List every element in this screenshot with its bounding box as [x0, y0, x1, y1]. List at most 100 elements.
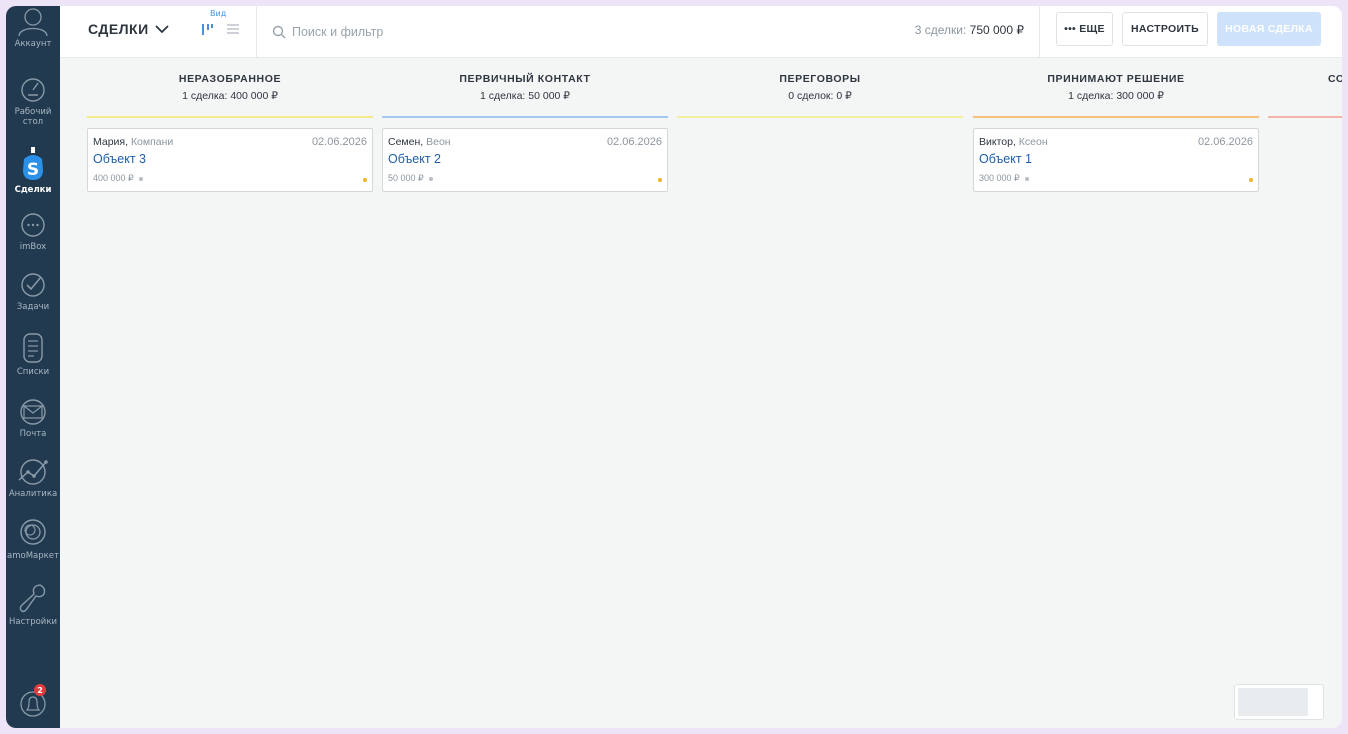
sidebar-item-analytics[interactable]: Аналитика	[6, 456, 60, 499]
sidebar-item-lists[interactable]: Списки	[6, 332, 60, 377]
account-icon	[18, 8, 48, 36]
settings-icon	[19, 584, 46, 613]
task-status-dot[interactable]	[1249, 178, 1253, 182]
task-status-dot[interactable]	[363, 178, 367, 182]
page-title: СДЕЛКИ	[88, 21, 149, 37]
company-name: Веон	[426, 136, 451, 148]
column-first-contact: ПЕРВИЧНЫЙ КОНТАКТ 1 сделка: 50 000 ₽ Сем…	[382, 58, 668, 192]
column-header: ПЕРВИЧНЫЙ КОНТАКТ 1 сделка: 50 000 ₽	[382, 58, 668, 118]
column-title: ПРИНИМАЮТ РЕШЕНИЕ	[1047, 73, 1185, 85]
divider	[1039, 6, 1040, 58]
column-title: НЕРАЗОБРАННОЕ	[178, 73, 282, 85]
card-date: 02.06.2026	[606, 136, 662, 148]
setup-button[interactable]: НАСТРОИТЬ	[1122, 12, 1208, 46]
notification-badge: 2	[34, 684, 46, 696]
contact-name: Мария,	[93, 136, 129, 148]
sidebar-item-label: Настройки	[8, 617, 57, 627]
column-negotiations: ПЕРЕГОВОРЫ 0 сделок: 0 ₽	[677, 58, 963, 118]
column-header: СО	[1268, 58, 1342, 118]
summary-count: 3 сделки:	[914, 23, 967, 37]
task-status-dot[interactable]	[658, 178, 662, 182]
column-header: НЕРАЗОБРАННОЕ 1 сделка: 400 000 ₽	[87, 58, 373, 118]
deal-card[interactable]: Виктор, Ксеон 02.06.2026 Объект 1 300 00…	[973, 128, 1259, 192]
sidebar-item-tasks[interactable]: Задачи	[6, 271, 60, 312]
search-bar[interactable]	[272, 22, 832, 42]
column-color-line	[973, 116, 1259, 118]
column-unsorted: НЕРАЗОБРАННОЕ 1 сделка: 400 000 ₽ Мария,…	[87, 58, 373, 192]
dot-icon	[1024, 176, 1029, 181]
list-view-icon[interactable]	[226, 22, 240, 36]
deal-card[interactable]: Мария, Компани 02.06.2026 Объект 3 400 0…	[87, 128, 373, 192]
price-value: 400 000 ₽	[93, 173, 134, 183]
column-title: ПЕРВИЧНЫЙ КОНТАКТ	[459, 73, 591, 85]
sidebar-item-label: Аналитика	[8, 489, 58, 499]
chevron-down-icon	[155, 25, 169, 34]
more-button[interactable]: ••• ЕЩЕ	[1056, 12, 1113, 46]
price-value: 50 000 ₽	[388, 173, 424, 183]
corner-widget[interactable]	[1234, 684, 1324, 720]
card-title-link[interactable]: Объект 3	[93, 152, 146, 166]
contact-name: Семен,	[388, 136, 424, 148]
deal-card[interactable]: Семен, Веон 02.06.2026 Объект 2 50 000 ₽	[382, 128, 668, 192]
kanban-view-icon[interactable]	[200, 22, 214, 36]
card-price: 50 000 ₽	[388, 173, 433, 184]
new-deal-button[interactable]: НОВАЯ СДЕЛКА	[1217, 12, 1321, 46]
mail-icon	[20, 399, 46, 425]
deals-icon: S	[23, 147, 43, 180]
card-date: 02.06.2026	[1197, 136, 1253, 148]
notifications-button[interactable]: 2	[6, 684, 60, 720]
column-header: ПРИНИМАЮТ РЕШЕНИЕ 1 сделка: 300 000 ₽	[973, 58, 1259, 118]
pipeline-selector[interactable]: СДЕЛКИ	[88, 21, 169, 37]
sidebar-item-market[interactable]: amoМаркет	[6, 516, 60, 561]
column-color-line	[87, 116, 373, 118]
dot-icon	[138, 176, 143, 181]
view-label: Вид	[210, 9, 227, 18]
sidebar-item-label: Сделки	[14, 185, 52, 195]
svg-text:S: S	[27, 160, 39, 180]
column-title: СО	[1328, 73, 1342, 85]
column-color-line	[677, 116, 963, 118]
card-date: 02.06.2026	[311, 136, 367, 148]
sidebar-item-dashboard[interactable]: Рабочий стол	[6, 76, 60, 127]
card-contact: Семен, Веон	[388, 136, 451, 148]
sidebar-item-account[interactable]: Аккаунт	[6, 6, 60, 49]
column-decision: ПРИНИМАЮТ РЕШЕНИЕ 1 сделка: 300 000 ₽ Ви…	[973, 58, 1259, 192]
sidebar-item-settings[interactable]: Настройки	[6, 582, 60, 627]
card-contact: Мария, Компани	[93, 136, 173, 148]
card-title-link[interactable]: Объект 2	[388, 152, 441, 166]
sidebar-item-mail[interactable]: Почта	[6, 398, 60, 439]
company-name: Компани	[130, 136, 174, 148]
sidebar-item-label: Почта	[19, 429, 47, 439]
contact-name: Виктор,	[979, 136, 1016, 148]
sidebar-item-label: Задачи	[16, 302, 50, 312]
sidebar-item-label: amoМаркет	[7, 551, 59, 561]
column-summary: 1 сделка: 400 000 ₽	[182, 90, 278, 102]
sidebar-item-label: Аккаунт	[14, 39, 52, 49]
kanban-board: НЕРАЗОБРАННОЕ 1 сделка: 400 000 ₽ Мария,…	[60, 58, 1342, 728]
dot-icon	[428, 176, 433, 181]
summary-total: 750 000 ₽	[969, 23, 1024, 37]
card-title-link[interactable]: Объект 1	[979, 152, 1032, 166]
column-partial: СО	[1268, 58, 1342, 118]
card-price: 300 000 ₽	[979, 173, 1029, 184]
sidebar-item-deals[interactable]: S Сделки	[6, 146, 60, 195]
market-icon	[20, 519, 46, 545]
column-color-line	[1268, 116, 1342, 118]
company-name: Ксеон	[1018, 136, 1048, 148]
sidebar-item-imbox[interactable]: imBox	[6, 211, 60, 252]
divider	[256, 6, 257, 58]
search-input[interactable]	[292, 25, 812, 39]
lists-icon	[23, 333, 43, 363]
app-window: Аккаунт Рабочий стол S Сделки imBox Зада…	[6, 6, 1342, 728]
column-summary: 0 сделок: 0 ₽	[788, 90, 852, 102]
column-header: ПЕРЕГОВОРЫ 0 сделок: 0 ₽	[677, 58, 963, 118]
sidebar-item-label: Списки	[16, 367, 50, 377]
top-bar: СДЕЛКИ Вид 3 сделки: 750 000 ₽	[60, 6, 1342, 58]
dashboard-icon	[21, 78, 45, 102]
analytics-icon	[18, 459, 48, 485]
column-summary: 1 сделка: 50 000 ₽	[480, 90, 570, 102]
widget-placeholder	[1238, 688, 1308, 716]
tasks-icon	[21, 273, 45, 297]
chat-icon	[21, 213, 45, 237]
column-title: ПЕРЕГОВОРЫ	[779, 73, 861, 85]
